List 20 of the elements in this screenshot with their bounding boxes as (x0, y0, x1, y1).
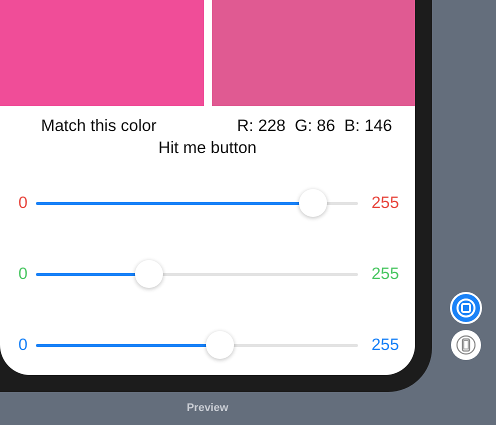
min-label: 0 (17, 264, 29, 284)
slider-thumb[interactable] (206, 331, 234, 359)
live-preview-icon (456, 298, 476, 318)
device-icon (456, 335, 476, 355)
slider[interactable] (36, 331, 358, 359)
slider[interactable] (36, 189, 358, 217)
preview-mode-button[interactable] (451, 330, 481, 360)
target-label: Match this color (41, 116, 157, 136)
slider-thumb[interactable] (134, 260, 163, 288)
min-label: 0 (17, 336, 29, 354)
preview-label: Preview (186, 402, 230, 414)
preview-mode-button[interactable] (450, 292, 482, 324)
min-label: 0 (17, 194, 29, 212)
max-label: 255 (370, 336, 399, 354)
max-label: 255 (370, 264, 399, 284)
hit-me-button[interactable]: Hit me button (158, 138, 257, 158)
slider[interactable] (36, 260, 358, 288)
rgb-readout: R: 228 G: 86 B: 146 (236, 116, 392, 136)
slider-thumb[interactable] (298, 189, 327, 217)
max-label: 255 (370, 194, 399, 212)
